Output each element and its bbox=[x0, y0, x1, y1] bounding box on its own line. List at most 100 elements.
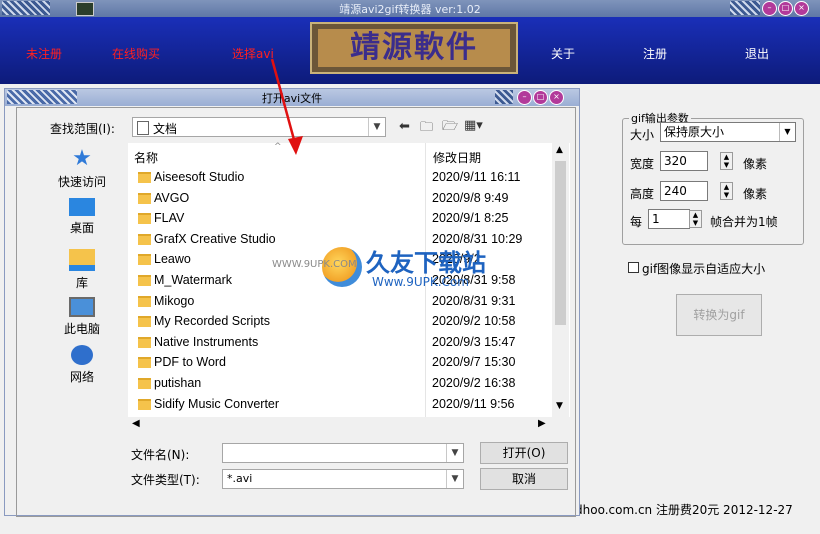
menu-register[interactable]: 注册 bbox=[643, 45, 667, 62]
merge-label: 帧合并为1帧 bbox=[710, 215, 778, 229]
column-name[interactable]: 名称 bbox=[134, 149, 158, 166]
folder-icon bbox=[138, 192, 151, 204]
width-spinner[interactable]: ▲ ▼ bbox=[720, 152, 733, 170]
star-icon: ★ bbox=[72, 146, 92, 171]
file-name: PDF to Word bbox=[154, 355, 227, 370]
filename-label: 文件名(N): bbox=[131, 448, 190, 462]
scroll-up-icon[interactable]: ▲ bbox=[556, 145, 563, 155]
chevron-down-icon[interactable]: ▼ bbox=[779, 123, 795, 141]
up-folder-icon[interactable]: 🗀 bbox=[420, 118, 433, 140]
file-date: 2020/9/1 8:25 bbox=[432, 211, 509, 226]
dialog-minimize-icon[interactable]: – bbox=[517, 90, 532, 105]
folder-icon bbox=[138, 336, 151, 348]
horizontal-scrollbar[interactable]: ◀ ▶ bbox=[128, 417, 570, 433]
minimize-icon[interactable]: – bbox=[762, 1, 777, 16]
scroll-left-icon[interactable]: ◀ bbox=[132, 418, 140, 429]
cancel-button[interactable]: 取消 bbox=[480, 468, 568, 490]
width-label: 宽度 bbox=[630, 157, 655, 171]
file-name: FLAV bbox=[154, 211, 185, 226]
dialog-close-icon[interactable]: × bbox=[549, 90, 564, 105]
height-input[interactable]: 240 bbox=[660, 181, 708, 201]
file-name: Native Instruments bbox=[154, 334, 259, 349]
file-name: M_Watermark bbox=[154, 273, 233, 287]
menu-about[interactable]: 关于 bbox=[551, 45, 575, 62]
view-menu-icon[interactable]: ▦▾ bbox=[464, 118, 483, 133]
look-in-select[interactable]: 文档 ▼ bbox=[132, 117, 386, 137]
file-date: 2020/8/31 9:31 bbox=[432, 293, 516, 308]
file-row[interactable]: Sidify Music Converter 2020/9/11 9:56 bbox=[128, 395, 558, 415]
convert-button[interactable]: 转换为gif bbox=[676, 294, 762, 336]
scroll-right-icon[interactable]: ▶ bbox=[538, 418, 546, 429]
column-modified[interactable]: 修改日期 bbox=[433, 149, 481, 166]
library-icon bbox=[69, 249, 95, 271]
file-row[interactable]: AVGO 2020/9/8 9:49 bbox=[128, 189, 558, 209]
width-unit: 像素 bbox=[743, 157, 768, 171]
folder-icon bbox=[138, 254, 151, 266]
new-folder-icon[interactable]: 🗁 bbox=[442, 117, 458, 139]
autofit-checkbox[interactable] bbox=[628, 262, 639, 273]
scroll-thumb[interactable] bbox=[555, 161, 566, 325]
app-title: 靖源avi2gif转换器 ver:1.02 bbox=[339, 3, 481, 16]
vertical-scrollbar[interactable]: ▲ ▼ bbox=[552, 143, 569, 417]
status-text: dhoo.com.cn 注册费20元 2012-12-27 bbox=[575, 503, 793, 517]
height-spinner[interactable]: ▲ ▼ bbox=[720, 182, 733, 200]
file-row[interactable]: putishan 2020/9/2 16:38 bbox=[128, 374, 558, 394]
file-date: 2020/9/2 10:58 bbox=[432, 314, 516, 329]
chevron-down-icon[interactable]: ▼ bbox=[446, 444, 463, 462]
place-label: 此电脑 bbox=[63, 322, 100, 336]
place-label: 快速访问 bbox=[57, 175, 106, 189]
place-quick-access[interactable]: ★ 快速访问 bbox=[52, 148, 112, 190]
filetype-value: *.avi bbox=[227, 472, 253, 485]
watermark-url: Www.9UPK.Com bbox=[372, 275, 469, 289]
documents-icon bbox=[137, 121, 149, 135]
frame-merge-input[interactable]: 1 bbox=[648, 209, 690, 229]
file-date: 2020/9/11 9:56 bbox=[432, 396, 515, 411]
network-icon bbox=[71, 345, 93, 365]
file-row[interactable]: FLAV 2020/9/1 8:25 bbox=[128, 209, 558, 229]
filetype-label: 文件类型(T): bbox=[131, 473, 200, 487]
file-row[interactable]: Mikogo 2020/8/31 9:31 bbox=[128, 292, 558, 312]
file-date: 2020/9/2 16:38 bbox=[432, 376, 516, 390]
back-icon[interactable]: ⬅ bbox=[399, 119, 410, 134]
chevron-down-icon[interactable]: ▼ bbox=[368, 118, 385, 136]
chevron-down-icon[interactable]: ▼ bbox=[446, 470, 463, 488]
filetype-select[interactable]: *.avi ▼ bbox=[222, 469, 464, 489]
size-select[interactable]: 保持原大小 ▼ bbox=[660, 122, 796, 142]
every-label: 每 bbox=[630, 215, 643, 229]
open-button[interactable]: 打开(O) bbox=[480, 442, 568, 464]
place-this-pc[interactable]: 此电脑 bbox=[52, 297, 112, 337]
place-network[interactable]: 网络 bbox=[52, 345, 112, 385]
file-row[interactable]: PDF to Word 2020/9/7 15:30 bbox=[128, 353, 558, 373]
menu-buy-online[interactable]: 在线购买 bbox=[112, 45, 160, 62]
file-row[interactable]: Native Instruments 2020/9/3 15:47 bbox=[128, 333, 558, 353]
menu-unregistered[interactable]: 未注册 bbox=[26, 45, 62, 62]
title-stripes-right bbox=[730, 1, 760, 15]
place-desktop[interactable]: 桌面 bbox=[52, 198, 112, 236]
size-label: 大小 bbox=[630, 128, 655, 142]
height-unit: 像素 bbox=[743, 187, 768, 201]
place-library[interactable]: 库 bbox=[52, 249, 112, 291]
banner-text: 靖源軟件 bbox=[318, 29, 510, 67]
folder-icon bbox=[138, 295, 151, 307]
file-date: 2020/9/7 15:30 bbox=[432, 355, 516, 370]
file-name: AVGO bbox=[154, 190, 190, 205]
menu-exit[interactable]: 退出 bbox=[745, 45, 769, 62]
dialog-maximize-icon[interactable]: □ bbox=[533, 90, 548, 105]
file-name: Mikogo bbox=[154, 293, 195, 308]
autofit-label[interactable]: gif图像显示自适应大小 bbox=[642, 260, 765, 277]
file-name: Sidify Music Converter bbox=[154, 396, 280, 411]
app-title-bar: 靖源avi2gif转换器 ver:1.02 – □ × bbox=[0, 0, 820, 17]
close-icon[interactable]: × bbox=[794, 1, 809, 16]
folder-icon bbox=[138, 316, 151, 328]
width-input[interactable]: 320 bbox=[660, 151, 708, 171]
folder-icon bbox=[138, 378, 151, 389]
file-name: GrafX Creative Studio bbox=[154, 231, 276, 246]
folder-icon bbox=[138, 213, 151, 225]
frame-merge-spinner[interactable]: ▲ ▼ bbox=[689, 210, 702, 228]
filename-input[interactable]: ▼ bbox=[222, 443, 464, 463]
scroll-down-icon[interactable]: ▼ bbox=[556, 401, 563, 411]
size-value: 保持原大小 bbox=[664, 125, 725, 139]
file-row[interactable]: Aiseesoft Studio 2020/9/11 16:11 bbox=[128, 168, 558, 188]
file-row[interactable]: My Recorded Scripts 2020/9/2 10:58 bbox=[128, 312, 558, 332]
maximize-icon[interactable]: □ bbox=[778, 1, 793, 16]
